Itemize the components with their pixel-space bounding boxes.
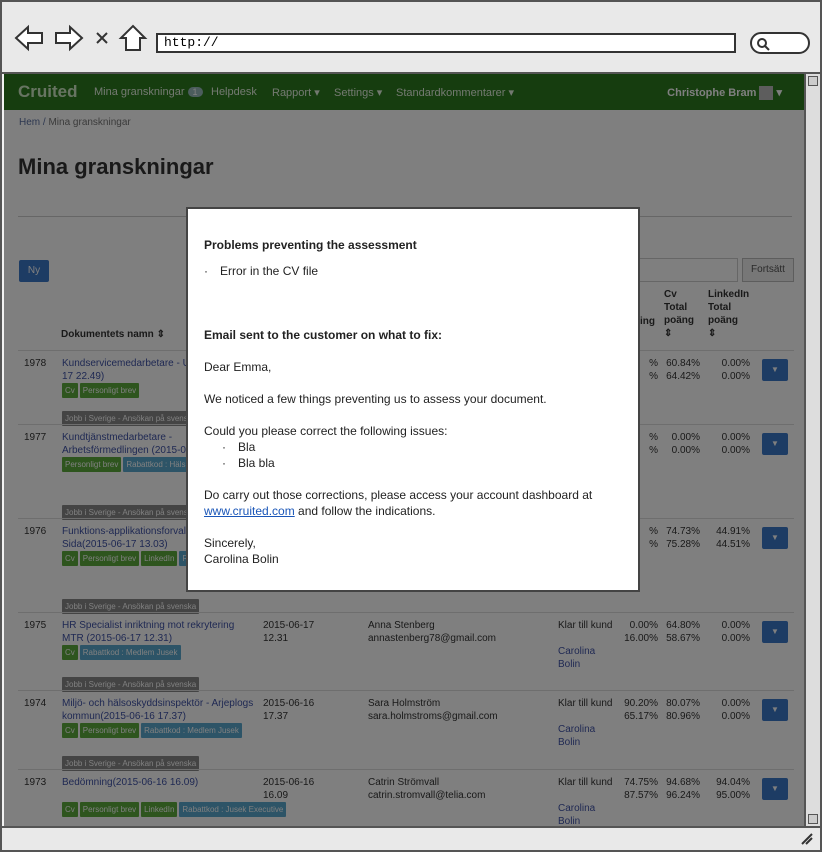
assessment-problem-modal: Problems preventing the assessment Error… [186, 207, 640, 592]
browser-search-field[interactable] [750, 32, 810, 54]
back-arrow-icon[interactable] [14, 24, 44, 52]
browser-toolbar: http:// [2, 2, 820, 74]
email-closing: Sincerely, [204, 536, 256, 550]
scrollbar[interactable] [804, 74, 820, 826]
problems-heading: Problems preventing the assessment [204, 238, 417, 252]
email-paragraph: Do carry out those corrections, please a… [204, 488, 593, 518]
email-greeting: Dear Emma, [204, 360, 272, 374]
page-viewport: Cruited Mina granskningar1 Helpdesk Rapp… [4, 74, 804, 826]
forward-arrow-icon[interactable] [54, 24, 84, 52]
email-signature: Carolina Bolin [204, 552, 279, 566]
browser-window: http:// Cruited Mina granskningar1 Helpd… [0, 0, 822, 852]
issues-list: Bla Bla bla [204, 439, 622, 471]
problems-list: Error in the CV file [204, 263, 622, 279]
dashboard-link[interactable]: www.cruited.com [204, 504, 295, 518]
email-paragraph: We noticed a few things preventing us to… [204, 392, 547, 406]
close-icon[interactable] [92, 24, 112, 52]
list-item: Bla [222, 439, 622, 455]
scroll-down-icon[interactable] [808, 814, 818, 824]
status-bar [2, 826, 820, 850]
email-paragraph: Could you please correct the following i… [204, 424, 448, 438]
resize-grip-icon[interactable] [800, 832, 814, 846]
list-item: Error in the CV file [204, 263, 622, 279]
email-heading: Email sent to the customer on what to fi… [204, 328, 443, 342]
search-icon [757, 38, 770, 51]
scroll-up-icon[interactable] [808, 76, 818, 86]
list-item: Bla bla [222, 455, 622, 471]
address-bar[interactable]: http:// [156, 33, 736, 53]
home-icon[interactable] [118, 24, 148, 52]
